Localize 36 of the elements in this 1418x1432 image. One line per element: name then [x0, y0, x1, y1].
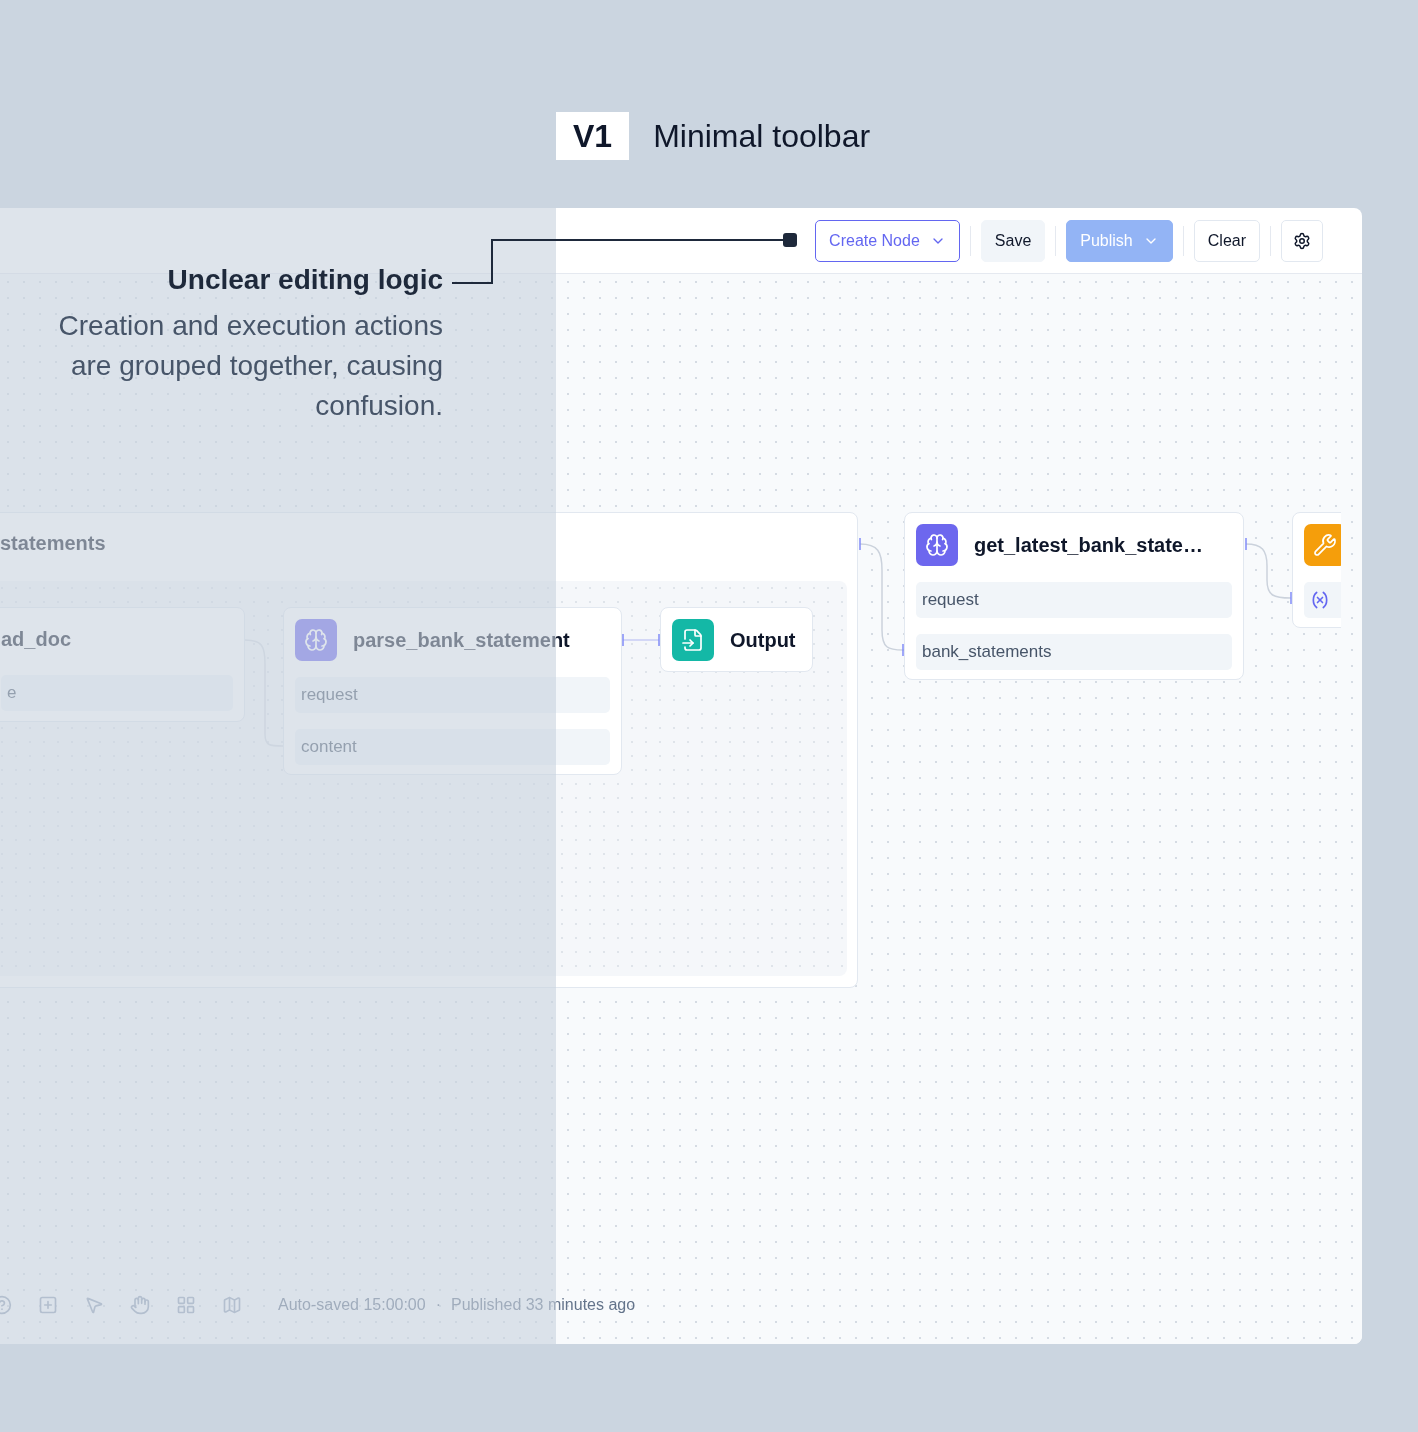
node-title: get_latest_bank_state…: [974, 533, 1203, 557]
node-field: content: [295, 729, 610, 765]
connector: [1245, 537, 1292, 605]
settings-icon: [1293, 231, 1311, 250]
node-field: request: [295, 677, 610, 713]
node-field: request: [916, 582, 1232, 618]
brain-icon: [295, 619, 337, 661]
section-title: Minimal toolbar: [653, 117, 871, 155]
toolbar-button[interactable]: Save: [980, 219, 1046, 262]
pointer-icon[interactable]: [84, 1295, 104, 1315]
version-badge: V1: [556, 112, 630, 160]
publish-status: Published 33 minutes ago: [451, 1296, 636, 1314]
wrench-icon: [1304, 524, 1341, 566]
toolbar-button[interactable]: Create Node: [815, 219, 960, 262]
brain-icon: [916, 524, 958, 566]
node-field: bank_statements: [916, 634, 1232, 670]
add-icon[interactable]: [38, 1295, 58, 1315]
variable-icon: [1310, 590, 1330, 610]
separator-dot: ·: [435, 1296, 441, 1314]
map-icon[interactable]: [222, 1295, 242, 1315]
file-icon: [672, 619, 714, 661]
group-title: statements: [0, 532, 106, 555]
settings-button[interactable]: [1281, 219, 1323, 262]
node-title: Output: [730, 628, 796, 652]
annotation-text: Creation and execution actions are grouped together, causing confusion.: [57, 309, 443, 423]
flow-node[interactable]: Output: [660, 607, 813, 672]
connector: [622, 633, 660, 647]
hand-icon[interactable]: [130, 1295, 150, 1315]
toolbar-button[interactable]: Clear: [1193, 219, 1260, 262]
autosave-status: Auto-saved 15:00:00: [278, 1296, 426, 1314]
grid-icon[interactable]: [176, 1295, 196, 1315]
node-title: ad_doc: [1, 627, 72, 651]
annotation-title: Unclear editing logic: [167, 264, 443, 296]
node-field: e: [1, 675, 233, 711]
node-title: parse_bank_statement: [353, 628, 570, 652]
flow-node[interactable]: get_latest_bank_state… request bank_statements: [904, 512, 1244, 680]
